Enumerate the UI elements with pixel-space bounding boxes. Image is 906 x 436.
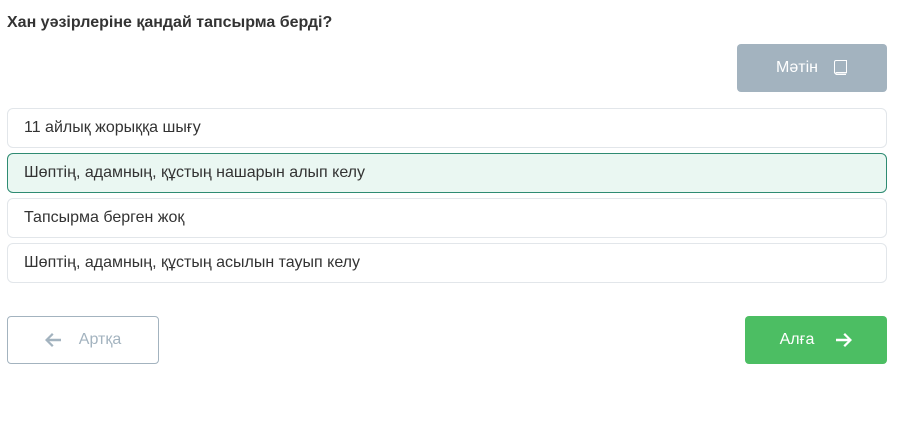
text-button-label: Мәтін xyxy=(776,59,818,76)
answer-option-2[interactable]: Шөптің, адамның, құстың нашарын алып кел… xyxy=(7,153,887,193)
answer-option-label: Шөптің, адамның, құстың нашарын алып кел… xyxy=(24,164,366,181)
answer-option-3[interactable]: Тапсырма берген жоқ xyxy=(7,198,887,238)
back-button[interactable]: Артқа xyxy=(7,316,159,364)
next-button-label: Алға xyxy=(779,331,815,348)
arrow-right-icon xyxy=(836,333,853,347)
book-icon xyxy=(832,60,848,76)
next-button[interactable]: Алға xyxy=(745,316,887,364)
answer-option-label: 11 айлық жорыққа шығу xyxy=(24,119,201,136)
answer-option-4[interactable]: Шөптің, адамның, құстың асылын тауып кел… xyxy=(7,243,887,283)
text-button[interactable]: Мәтін xyxy=(737,44,887,92)
answer-option-1[interactable]: 11 айлық жорыққа шығу xyxy=(7,108,887,148)
back-button-label: Артқа xyxy=(78,331,122,348)
question-title: Хан уәзірлеріне қандай тапсырма берді? xyxy=(7,14,333,31)
answer-option-label: Тапсырма берген жоқ xyxy=(24,209,185,226)
answer-options: 11 айлық жорыққа шығу Шөптің, адамның, қ… xyxy=(7,108,887,288)
arrow-left-icon xyxy=(44,333,61,347)
answer-option-label: Шөптің, адамның, құстың асылын тауып кел… xyxy=(24,254,361,271)
